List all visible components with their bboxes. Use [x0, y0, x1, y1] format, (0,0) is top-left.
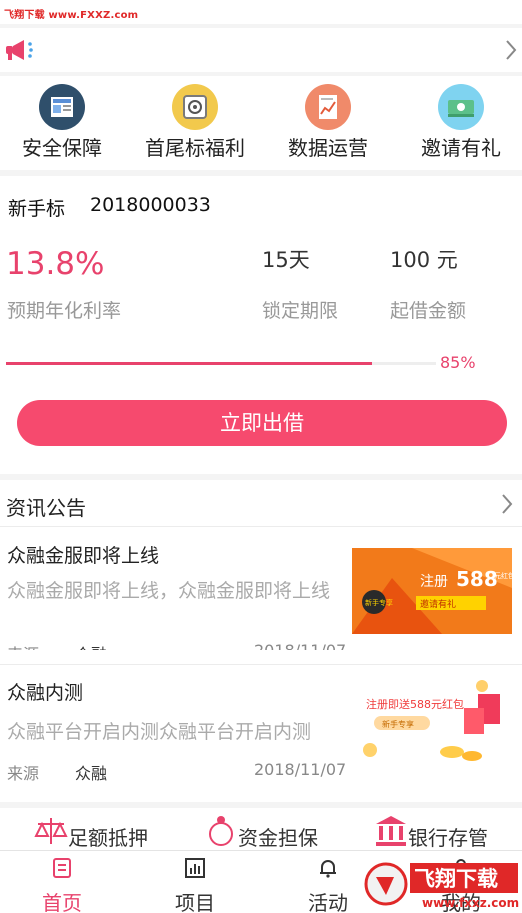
bank-icon: [376, 816, 406, 846]
news-item[interactable]: 众融金服即将上线 众融金服即将上线，众融金服即将上线 来源 众融 2018/11…: [0, 527, 522, 650]
newspaper-icon: [39, 84, 85, 130]
product-code: 2018000033: [90, 194, 211, 216]
quick-nav-label: 安全保障: [22, 136, 102, 160]
notice-bar[interactable]: [0, 28, 522, 72]
news-source: 众融: [75, 764, 108, 783]
thumb-text-sub: 新手专享: [365, 598, 393, 607]
tab-label: 首页: [42, 891, 82, 913]
thumb-text-amount: 588: [456, 567, 498, 591]
chevron-right-icon[interactable]: [504, 38, 518, 62]
quick-nav-operations[interactable]: 数据运营: [263, 84, 393, 161]
money-bag-icon: [209, 816, 233, 846]
thumb-text-main: 注册即送588元红包: [366, 697, 464, 711]
news-section: 资讯公告 众融金服即将上线 众融金服即将上线，众融金服即将上线 来源 众融 20…: [0, 480, 522, 802]
watermark-text: 飞翔下载 www.FXXZ.com: [4, 10, 139, 21]
invest-now-button[interactable]: 立即出借: [17, 400, 507, 446]
rate-value: 13.8%: [6, 246, 105, 282]
product-title: 新手标: [8, 198, 66, 220]
tab-home[interactable]: 首页: [0, 851, 127, 913]
rate-label: 预期年化利率: [7, 300, 122, 322]
thumb-text-unit: 元红包: [494, 571, 512, 580]
status-bar: 飞翔下载 www.FXXZ.com: [0, 0, 522, 24]
chevron-right-icon[interactable]: [500, 492, 514, 516]
feature-collateral: 足额抵押: [68, 826, 148, 850]
tab-label: 项目: [175, 891, 215, 913]
min-amount-label: 起借金额: [390, 300, 467, 322]
quick-nav-invite[interactable]: 邀请有礼: [396, 84, 522, 161]
money-icon: [438, 84, 484, 130]
feature-strip: 足额抵押 资金担保 银行存管: [0, 808, 522, 852]
news-title: 众融内测: [7, 682, 84, 704]
feature-bank-custody: 银行存管: [408, 826, 488, 850]
quick-nav-label: 邀请有礼: [421, 136, 501, 160]
quick-nav: 安全保障 首尾标福利 数据运营 邀请有礼: [0, 76, 522, 170]
safe-icon: [172, 84, 218, 130]
logo-watermark-title: 飞翔下载: [414, 867, 498, 891]
news-item[interactable]: 众融内测 众融平台开启内测众融平台开启内测 来源 众融 2018/11/07 注…: [0, 666, 522, 796]
news-source: 众融: [75, 641, 107, 650]
news-date: 2018/11/07: [254, 641, 346, 650]
divider: [0, 664, 522, 665]
bell-icon: [320, 860, 336, 878]
product-card[interactable]: 新手标 2018000033 13.8% 预期年化利率 15天 锁定期限 100…: [0, 176, 522, 474]
term-label: 锁定期限: [262, 300, 339, 322]
quick-nav-welfare[interactable]: 首尾标福利: [130, 84, 260, 161]
site-logo-watermark: 飞翔下载 www.fxxz.com: [364, 862, 519, 910]
quick-nav-label: 数据运营: [288, 136, 368, 160]
news-summary: 众融金服即将上线，众融金服即将上线: [7, 580, 331, 602]
term-value: 15天: [262, 248, 310, 272]
home-icon: [53, 858, 71, 878]
report-icon: [305, 84, 351, 130]
news-source-label: 来源: [7, 764, 40, 783]
quick-nav-security[interactable]: 安全保障: [0, 84, 127, 161]
news-date: 2018/11/07: [254, 760, 347, 779]
progress-bar: [6, 362, 436, 365]
news-thumbnail: 注册即送588元红包 新手专享: [352, 672, 512, 772]
app-screen: 飞翔下载 www.FXXZ.com 安全保障 首尾标福利 数据运营 邀请有礼 新…: [0, 0, 522, 913]
news-summary: 众融平台开启内测众融平台开启内测: [7, 721, 312, 743]
news-header: 资讯公告: [6, 496, 86, 520]
quick-nav-label: 首尾标福利: [145, 136, 245, 160]
feature-guarantee: 资金担保: [238, 826, 318, 850]
megaphone-icon: [6, 40, 33, 60]
logo-watermark-url: www.fxxz.com: [422, 896, 519, 910]
news-source-label: 来源: [7, 641, 39, 650]
thumb-text-sub: 新手专享: [382, 719, 414, 729]
tab-projects[interactable]: 项目: [130, 851, 260, 913]
thumb-text-cta: 邀请有礼: [420, 598, 456, 610]
progress-fill: [6, 362, 372, 365]
thumb-text-main: 注册: [420, 574, 448, 590]
news-title: 众融金服即将上线: [7, 545, 160, 567]
chart-icon: [185, 858, 205, 878]
min-amount-value: 100 元: [390, 248, 458, 272]
news-thumbnail: 注册 588 元红包 新手专享 邀请有礼: [352, 548, 512, 634]
scale-icon: [34, 818, 68, 844]
progress-text: 85%: [440, 353, 476, 372]
